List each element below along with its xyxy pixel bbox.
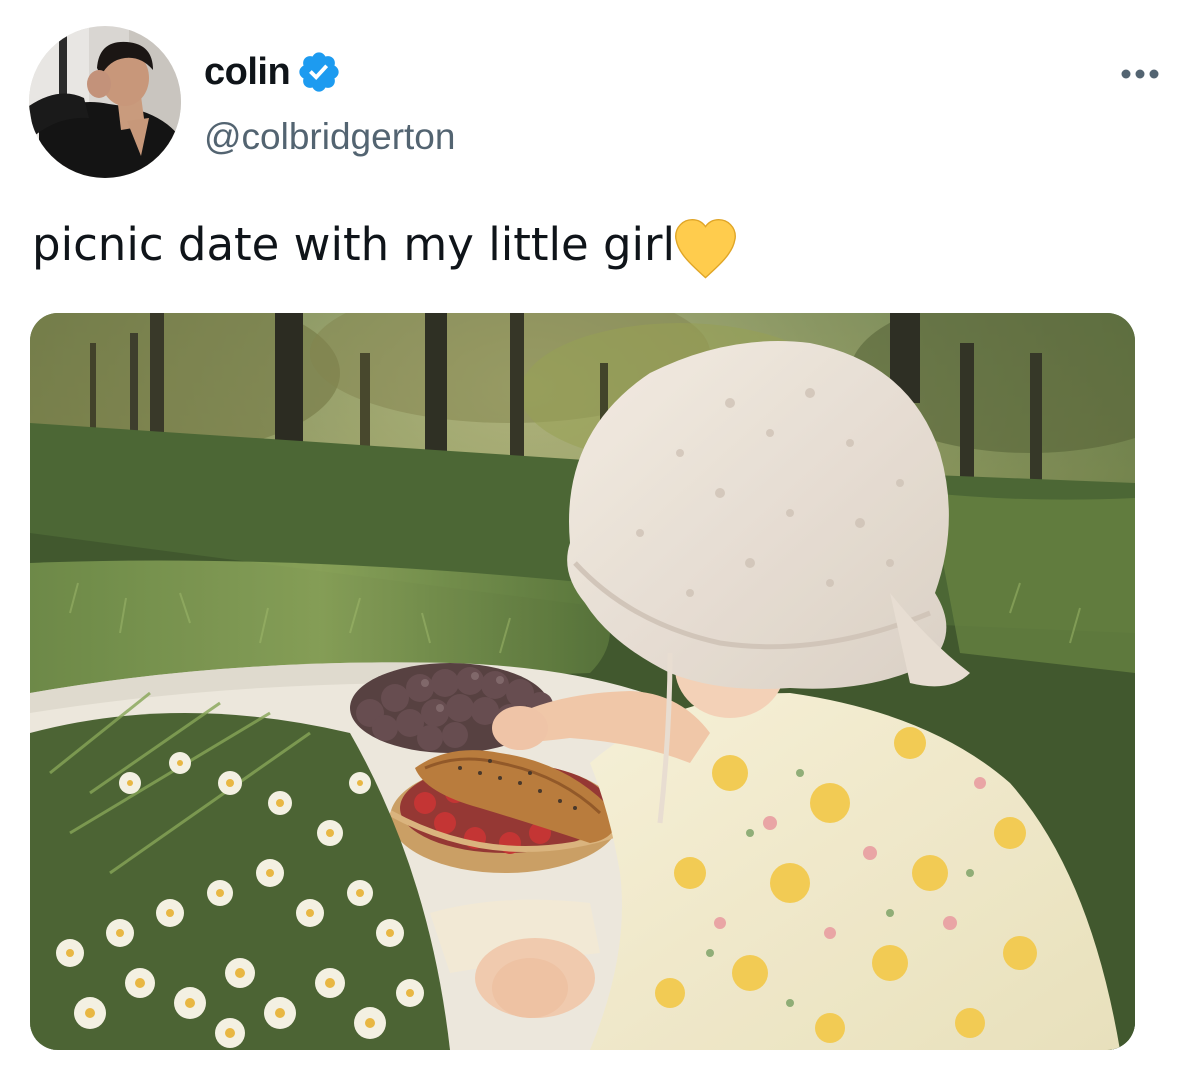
tweet-media-photo[interactable] bbox=[30, 313, 1135, 1050]
tweet-text-content: picnic date with my little girl bbox=[32, 218, 676, 271]
yellow-heart-icon bbox=[675, 218, 737, 280]
avatar[interactable] bbox=[29, 26, 181, 178]
photo-baby-picnic bbox=[30, 313, 1135, 1050]
author-name-row: colin bbox=[204, 44, 342, 100]
tweet: colin @colbridgerton picnic date with my… bbox=[0, 0, 1200, 1087]
avatar-image bbox=[29, 26, 181, 178]
author-display-name[interactable]: colin bbox=[204, 51, 291, 94]
more-horizontal-icon bbox=[1121, 69, 1159, 79]
verified-badge-icon bbox=[296, 49, 342, 95]
tweet-text: picnic date with my little girl bbox=[32, 214, 737, 279]
more-options-button[interactable] bbox=[1116, 60, 1164, 88]
author-handle[interactable]: @colbridgerton bbox=[204, 116, 455, 158]
